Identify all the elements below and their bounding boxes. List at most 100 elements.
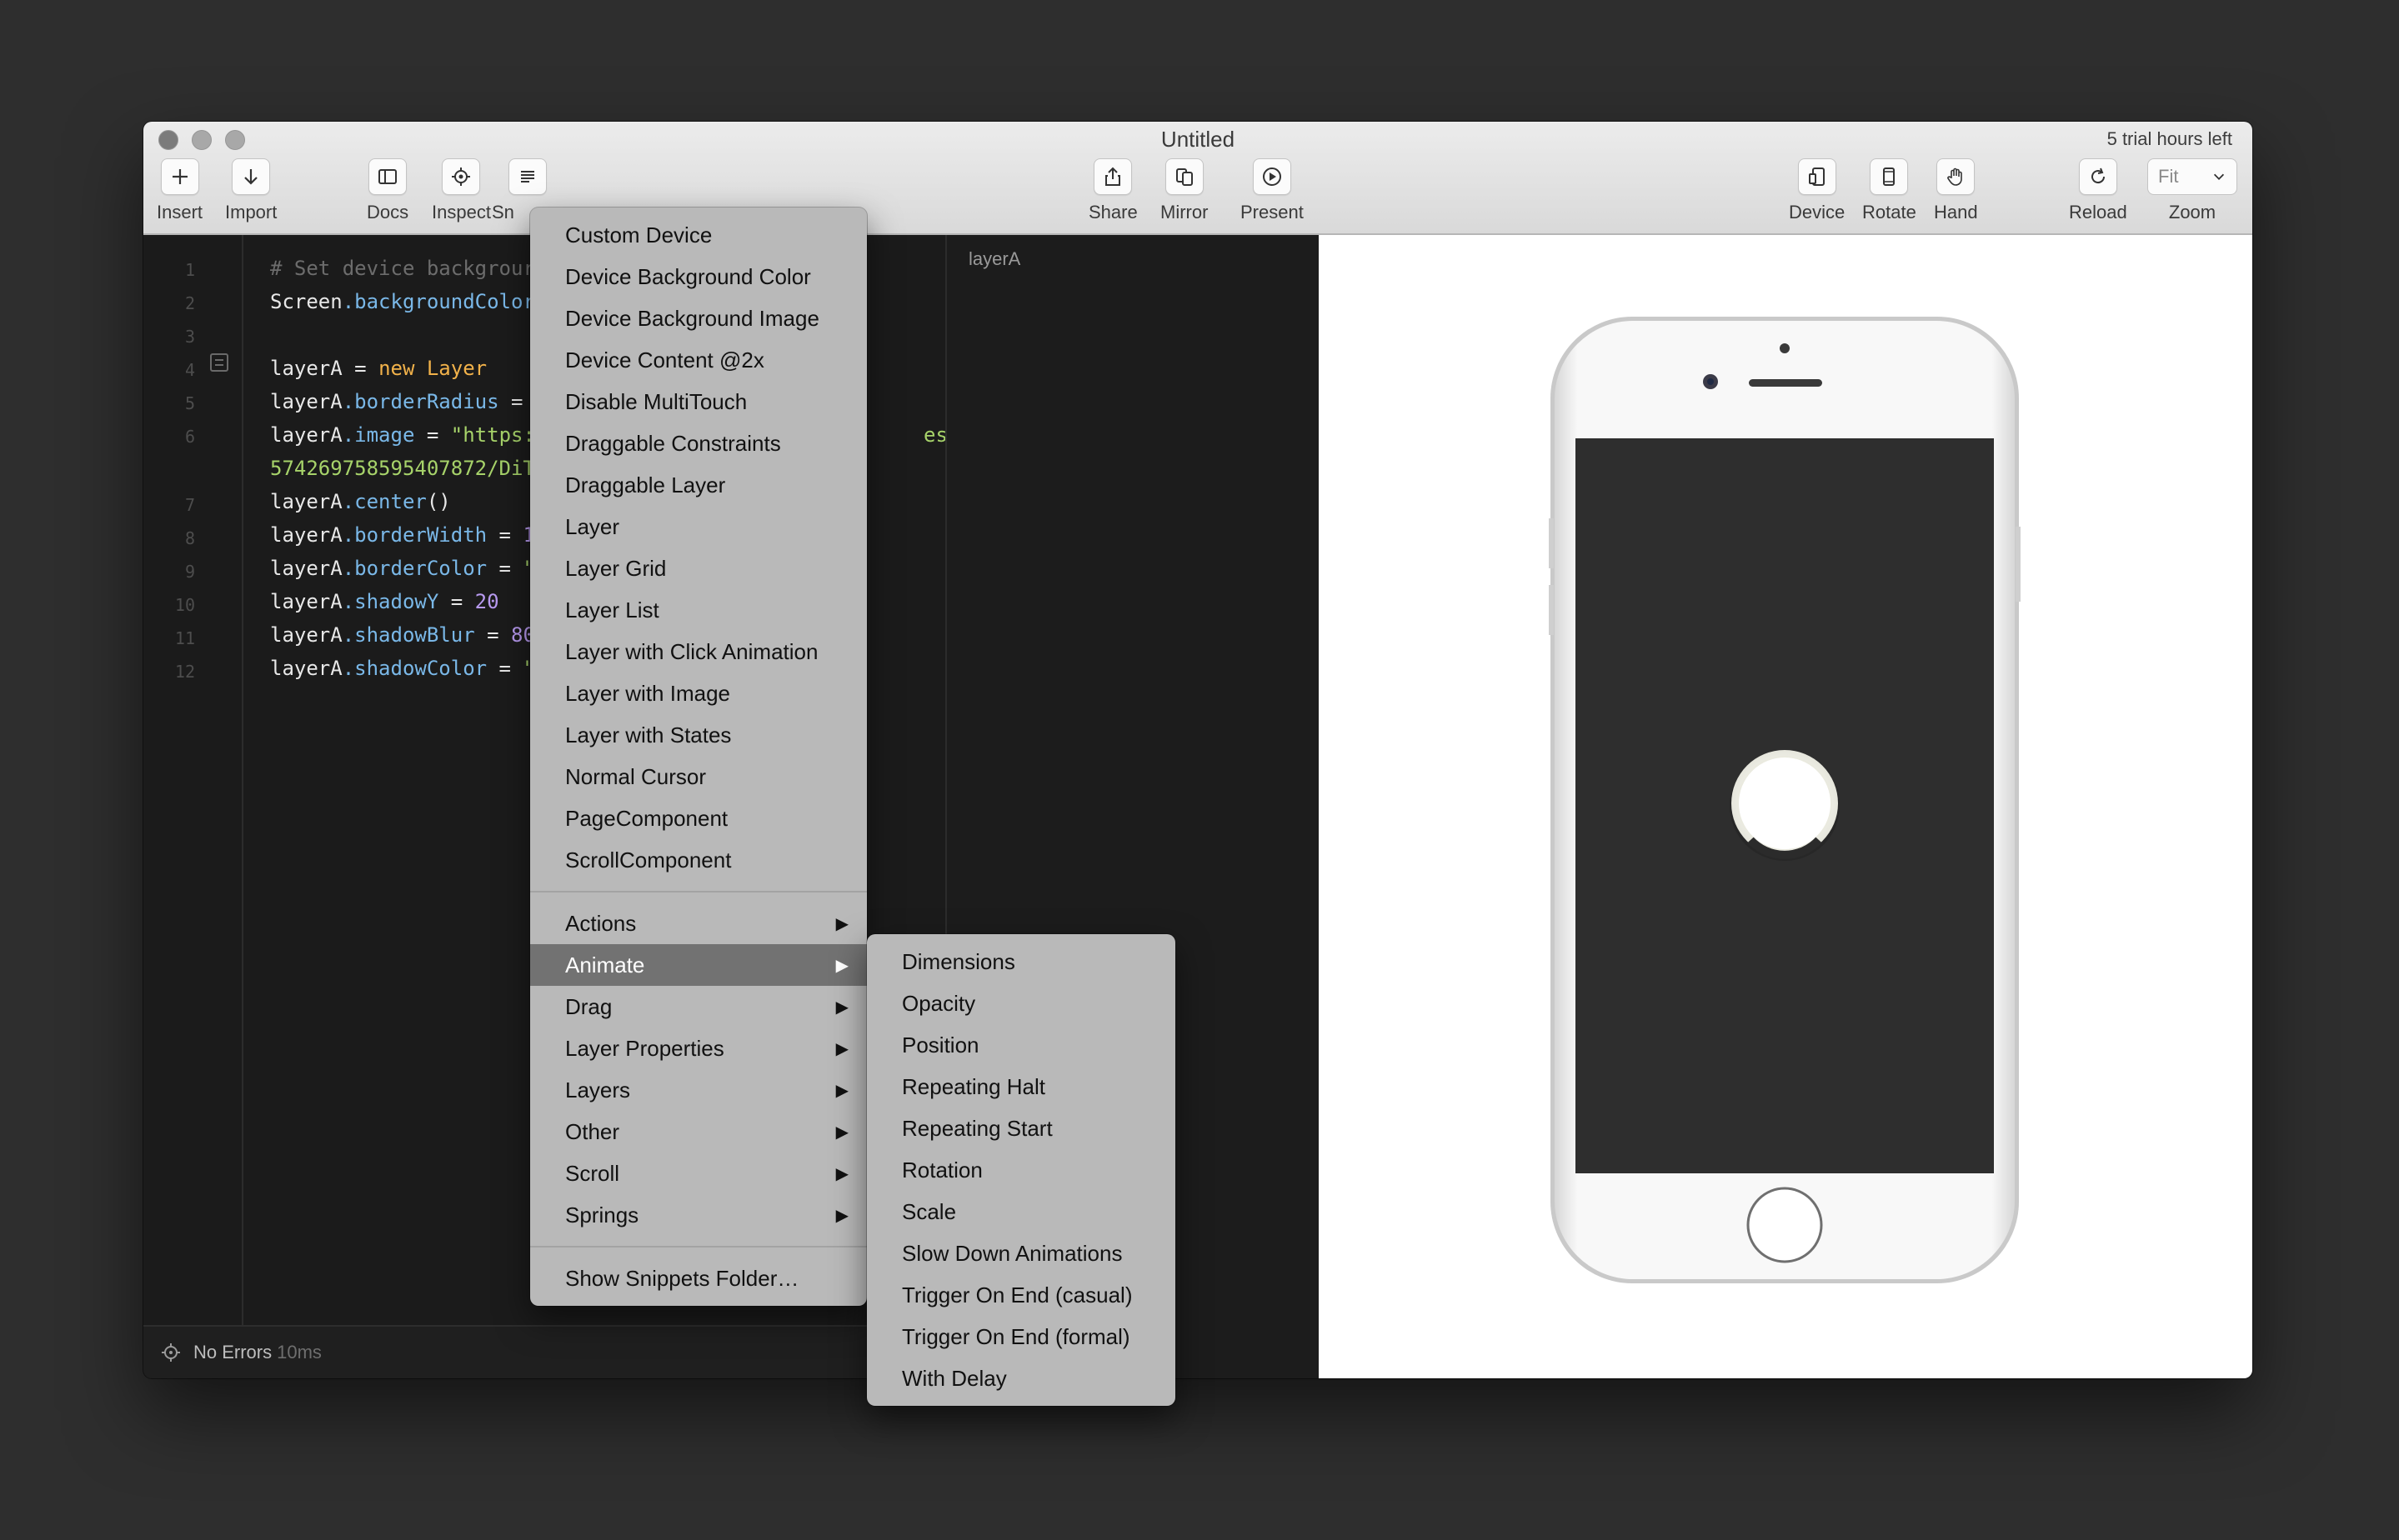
inspect-button[interactable]: Inspect (432, 158, 491, 223)
submenu-animate[interactable]: Animate ▶ (530, 944, 867, 986)
menu-item-layer-with-image[interactable]: Layer with Image (530, 672, 867, 714)
zoom-control[interactable]: Fit Zoom (2147, 158, 2237, 223)
device-icon (1797, 158, 1836, 195)
menu-item-label: Rotation (902, 1157, 983, 1182)
code-token: layerA (270, 490, 343, 513)
menu-item-label: Disable MultiTouch (565, 388, 748, 414)
menu-item-label: Dimensions (902, 948, 1015, 974)
share-label: Share (1089, 202, 1138, 222)
code-token: .shadowColor (342, 657, 488, 680)
menu-item-label: Scale (902, 1198, 957, 1224)
device-preview[interactable] (1319, 235, 2252, 1378)
submenu-arrow-icon: ▶ (835, 1081, 849, 1100)
app-window: Untitled 5 trial hours left Insert Impor… (143, 122, 2252, 1378)
hand-button[interactable]: Hand (1934, 158, 1978, 223)
layer-item[interactable]: layerA (969, 248, 1020, 270)
menu-item-repeating-halt[interactable]: Repeating Halt (867, 1066, 1175, 1108)
line-number: 5 (184, 393, 195, 413)
present-button[interactable]: Present (1240, 158, 1304, 223)
code-line: layerA.center() (270, 490, 451, 513)
zoom-select[interactable]: Fit (2147, 158, 2237, 195)
menu-item-label: Slow Down Animations (902, 1240, 1123, 1266)
device-button[interactable]: Device (1789, 158, 1845, 223)
line-number: 4 (184, 360, 195, 380)
menu-item-layer-with-click-animation[interactable]: Layer with Click Animation (530, 631, 867, 672)
menu-item-label: Device Background Image (565, 305, 819, 331)
code-token: .borderColor (342, 557, 488, 580)
menu-item-with-delay[interactable]: With Delay (867, 1358, 1175, 1399)
rotate-label: Rotate (1862, 202, 1916, 222)
phone-icon (1870, 158, 1909, 195)
zoom-value: Fit (2158, 166, 2179, 187)
menu-item-layer-list[interactable]: Layer List (530, 589, 867, 631)
inspect-label: Inspect (432, 202, 491, 222)
menu-item-position[interactable]: Position (867, 1024, 1175, 1066)
code-token: = (474, 623, 512, 647)
rotate-button[interactable]: Rotate (1862, 158, 1916, 223)
menu-item-scale[interactable]: Scale (867, 1191, 1175, 1232)
code-line: layerA.borderColor = " (270, 557, 535, 580)
submenu-drag[interactable]: Drag ▶ (530, 986, 867, 1028)
menu-item-pagecomponent[interactable]: PageComponent (530, 798, 867, 839)
menu-item-show-snippets-folder[interactable]: Show Snippets Folder… (530, 1258, 867, 1299)
submenu-arrow-icon: ▶ (835, 1206, 849, 1225)
share-button[interactable]: Share (1089, 158, 1138, 223)
menu-item-layer[interactable]: Layer (530, 506, 867, 548)
submenu-actions[interactable]: Actions ▶ (530, 902, 867, 944)
mirror-button[interactable]: Mirror (1160, 158, 1208, 223)
code-token: new Layer (378, 357, 488, 380)
menu-item-device-background-image[interactable]: Device Background Image (530, 298, 867, 339)
reload-button[interactable]: Reload (2069, 158, 2127, 223)
code-token: .shadowY (342, 590, 439, 613)
menu-item-layer-with-states[interactable]: Layer with States (530, 714, 867, 756)
menu-item-repeating-start[interactable]: Repeating Start (867, 1108, 1175, 1149)
code-token: .image (342, 423, 415, 447)
menu-item-label: Normal Cursor (565, 763, 707, 789)
arrow-down-icon (232, 158, 271, 195)
menu-item-trigger-on-end-formal[interactable]: Trigger On End (formal) (867, 1316, 1175, 1358)
menu-item-rotation[interactable]: Rotation (867, 1149, 1175, 1191)
menu-item-device-content-2x[interactable]: Device Content @2x (530, 339, 867, 381)
snippets-menu: Custom Device Device Background Color De… (530, 208, 867, 1306)
docs-button[interactable]: Docs (367, 158, 408, 223)
menu-item-draggable-layer[interactable]: Draggable Layer (530, 464, 867, 506)
menu-item-scrollcomponent[interactable]: ScrollComponent (530, 839, 867, 881)
submenu-other[interactable]: Other ▶ (530, 1111, 867, 1152)
play-icon (1252, 158, 1291, 195)
menu-item-disable-multitouch[interactable]: Disable MultiTouch (530, 381, 867, 422)
submenu-springs[interactable]: Springs ▶ (530, 1194, 867, 1236)
code-token: layerA (270, 623, 343, 647)
present-label: Present (1240, 202, 1304, 222)
fold-marker-icon[interactable] (210, 353, 228, 372)
menu-item-draggable-constraints[interactable]: Draggable Constraints (530, 422, 867, 464)
import-button[interactable]: Import (225, 158, 277, 223)
line-gutter: 1 2 3 4 5 6 7 8 9 10 11 12 (143, 235, 243, 1325)
menu-item-dimensions[interactable]: Dimensions (867, 941, 1175, 982)
menu-item-label: Draggable Layer (565, 472, 726, 498)
menu-item-slow-down-animations[interactable]: Slow Down Animations (867, 1232, 1175, 1274)
menu-item-label: Draggable Constraints (565, 430, 781, 456)
plus-icon (160, 158, 199, 195)
status-time: 10ms (277, 1342, 322, 1362)
code-token: .backgroundColor (342, 290, 535, 313)
hand-icon (1936, 158, 1976, 195)
crosshair-icon[interactable] (160, 1342, 182, 1363)
menu-item-opacity[interactable]: Opacity (867, 982, 1175, 1024)
menu-item-device-background-color[interactable]: Device Background Color (530, 256, 867, 298)
menu-item-trigger-on-end-casual[interactable]: Trigger On End (casual) (867, 1274, 1175, 1316)
submenu-layer-properties[interactable]: Layer Properties ▶ (530, 1028, 867, 1069)
menu-item-label: Opacity (902, 990, 976, 1016)
code-token: = (487, 657, 523, 680)
submenu-layers[interactable]: Layers ▶ (530, 1069, 867, 1111)
menu-item-normal-cursor[interactable]: Normal Cursor (530, 756, 867, 798)
menu-item-label: Layer Grid (565, 555, 667, 581)
reload-label: Reload (2069, 202, 2127, 222)
code-token: .center (342, 490, 427, 513)
menu-item-custom-device[interactable]: Custom Device (530, 214, 867, 256)
submenu-scroll[interactable]: Scroll ▶ (530, 1152, 867, 1194)
code-line: layerA.image = "https: (270, 423, 535, 447)
insert-button[interactable]: Insert (157, 158, 203, 223)
submenu-arrow-icon: ▶ (835, 1164, 849, 1183)
menu-item-layer-grid[interactable]: Layer Grid (530, 548, 867, 589)
line-number: 1 (184, 260, 195, 280)
